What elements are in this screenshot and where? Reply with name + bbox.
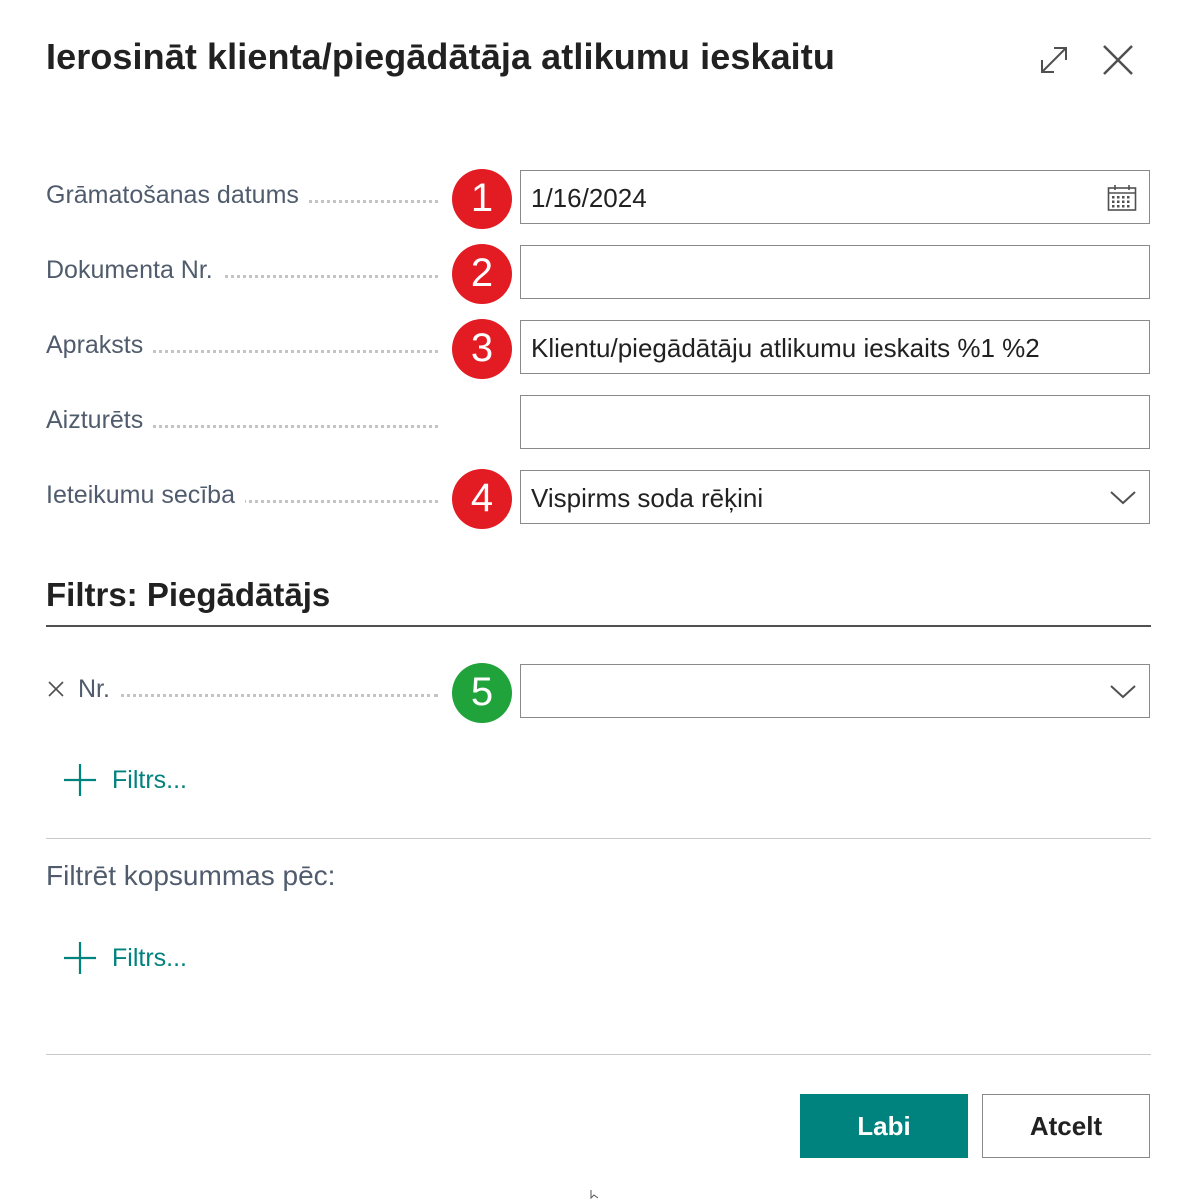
vendor-no-filter-input[interactable]: [520, 664, 1150, 718]
vendor-no-filter-row: Nr. 5: [46, 663, 1152, 723]
suggestion-order-select[interactable]: Vispirms soda rēķini: [520, 470, 1150, 524]
add-totals-filter-link[interactable]: Filtrs...: [62, 938, 187, 978]
close-icon[interactable]: [1098, 40, 1138, 80]
step-badge-1: 1: [452, 169, 512, 229]
vendor-filter-heading: Filtrs: Piegādātājs: [46, 576, 331, 613]
on-hold-input[interactable]: [520, 395, 1150, 449]
ok-button[interactable]: Labi: [800, 1094, 968, 1158]
posting-date-label: Grāmatošanas datums: [46, 181, 309, 210]
description-value: Klientu/piegādātāju atlikumu ieskaits %1…: [531, 333, 1040, 363]
calendar-icon[interactable]: [1107, 184, 1137, 217]
document-no-row: Dokumenta Nr. 2: [46, 244, 1152, 304]
step-badge-2: 2: [452, 244, 512, 304]
add-totals-filter-label: Filtrs...: [112, 943, 187, 972]
description-input[interactable]: Klientu/piegādātāju atlikumu ieskaits %1…: [520, 320, 1150, 374]
add-vendor-filter-label: Filtrs...: [112, 765, 187, 794]
posting-date-input[interactable]: 1/16/2024: [520, 170, 1150, 224]
step-badge-3: 3: [452, 319, 512, 379]
suggestion-order-row: Ieteikumu secība 4 Vispirms soda rēķini: [46, 469, 1152, 529]
divider: [46, 838, 1151, 839]
remove-filter-icon[interactable]: [46, 679, 66, 699]
chevron-down-icon[interactable]: [1109, 681, 1137, 706]
step-badge-4: 4: [452, 469, 512, 529]
plus-icon: [64, 764, 96, 796]
plus-icon: [64, 942, 96, 974]
document-no-label: Dokumenta Nr.: [46, 256, 223, 285]
mouse-cursor-icon: [590, 1186, 602, 1204]
dialog-title: Ierosināt klienta/piegādātāja atlikumu i…: [46, 36, 835, 77]
vendor-no-label: Nr.: [78, 675, 120, 704]
footer-divider: [46, 1054, 1151, 1055]
cancel-button[interactable]: Atcelt: [982, 1094, 1150, 1158]
expand-icon[interactable]: [1034, 40, 1074, 80]
add-vendor-filter-link[interactable]: Filtrs...: [62, 760, 187, 800]
description-label: Apraksts: [46, 331, 154, 360]
chevron-down-icon[interactable]: [1109, 487, 1137, 512]
posting-date-value: 1/16/2024: [531, 183, 647, 213]
section-divider: [46, 625, 1151, 627]
suggestion-order-value: Vispirms soda rēķini: [531, 483, 764, 513]
suggestion-order-label: Ieteikumu secība: [46, 481, 245, 510]
document-no-input[interactable]: [520, 245, 1150, 299]
posting-date-row: Grāmatošanas datums 1 1/16/2024: [46, 169, 1152, 229]
totals-filter-heading: Filtrēt kopsummas pēc:: [46, 860, 336, 891]
description-row: Apraksts 3 Klientu/piegādātāju atlikumu …: [46, 319, 1152, 379]
on-hold-label: Aizturēts: [46, 406, 154, 435]
on-hold-row: Aizturēts: [46, 395, 1152, 451]
step-badge-5: 5: [452, 663, 512, 723]
